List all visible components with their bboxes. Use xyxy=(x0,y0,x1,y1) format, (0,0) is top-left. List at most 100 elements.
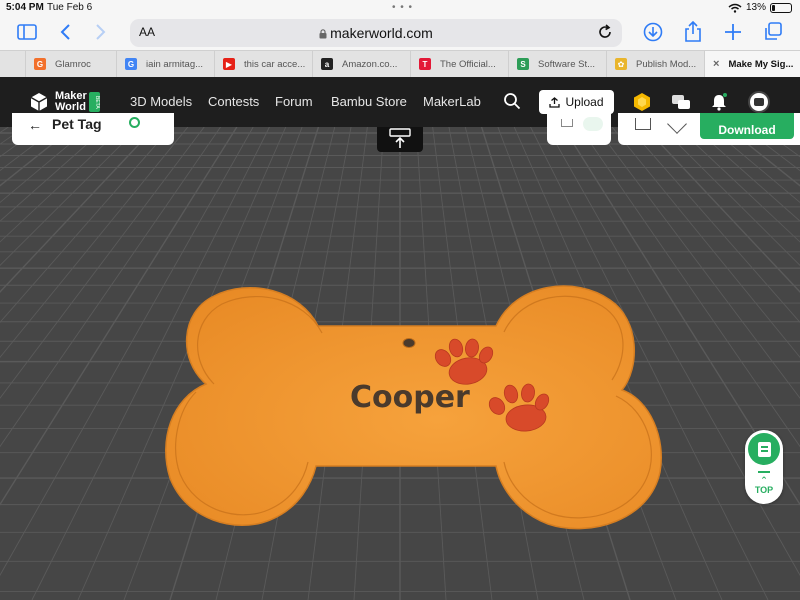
status-time: 5:04 PM xyxy=(6,2,44,13)
view-toggle-card xyxy=(547,113,611,145)
grid-line xyxy=(579,127,800,448)
grid-line xyxy=(0,127,25,145)
status-right: 13% xyxy=(728,2,792,13)
tab-label: this car acce... xyxy=(244,58,306,70)
nav-forum[interactable]: Forum xyxy=(275,94,313,109)
messages-icon[interactable] xyxy=(671,92,691,112)
tab-label: The Official... xyxy=(440,58,496,70)
search-icon[interactable] xyxy=(503,92,521,110)
notifications-bell-icon[interactable] xyxy=(709,92,729,112)
model-title-card: ← Pet Tag xyxy=(12,113,174,145)
tab-overview-icon[interactable] xyxy=(760,19,786,45)
grid-line xyxy=(0,127,42,158)
build-plate-grid xyxy=(0,127,800,600)
grid-line xyxy=(742,127,800,172)
new-tab-icon[interactable] xyxy=(720,19,746,45)
grid-line xyxy=(0,127,9,134)
download-button[interactable]: Download xyxy=(700,113,794,139)
grid-line xyxy=(758,127,800,158)
grid-line xyxy=(775,127,800,145)
upload-model-button[interactable] xyxy=(377,127,423,152)
grid-line xyxy=(0,127,75,187)
tab-favicon-icon: ▶ xyxy=(223,58,235,70)
tab-favicon-icon: S xyxy=(517,58,529,70)
address-bar[interactable]: AA makerworld.com xyxy=(130,19,622,47)
browser-tab[interactable]: ✿ Publish Mod... xyxy=(606,51,704,77)
tag-name-text[interactable]: Cooper xyxy=(350,380,470,415)
grid-line xyxy=(0,127,156,293)
grid-line xyxy=(660,127,800,267)
grid-line xyxy=(0,127,123,243)
floating-actions: ⌃ TOP xyxy=(745,430,783,504)
tab-favicon-icon: G xyxy=(125,58,137,70)
points-hexagon-icon[interactable] xyxy=(632,92,652,112)
grid-line xyxy=(791,127,800,134)
nav-makerlab[interactable]: MakerLab xyxy=(423,94,481,109)
view-mode-active-icon[interactable] xyxy=(583,117,603,131)
grid-line xyxy=(611,127,800,359)
back-arrow-icon[interactable]: ← xyxy=(28,117,42,133)
print-preview-icon[interactable] xyxy=(635,118,651,130)
grid-line xyxy=(0,127,58,172)
grid-line xyxy=(644,127,800,293)
lock-icon xyxy=(319,29,327,39)
upload-tray-icon xyxy=(389,128,411,148)
close-tab-icon[interactable]: × xyxy=(713,58,719,70)
tab-favicon-icon: a xyxy=(321,58,333,70)
browser-toolbar: AA makerworld.com xyxy=(0,16,800,50)
sidebar-toggle-icon[interactable] xyxy=(14,19,40,45)
browser-tab[interactable]: S Software St... xyxy=(508,51,606,77)
reload-icon[interactable] xyxy=(596,23,614,41)
logo-line2: World xyxy=(55,101,86,113)
status-date: Tue Feb 6 xyxy=(47,2,93,13)
tab-label: Publish Mod... xyxy=(636,58,697,70)
grid-line xyxy=(0,127,238,506)
forward-icon[interactable] xyxy=(88,19,114,45)
downloads-icon[interactable] xyxy=(640,19,666,45)
logo-cube-icon xyxy=(30,93,48,111)
upload-icon xyxy=(549,96,561,108)
nav-3d-models[interactable]: 3D Models xyxy=(130,94,192,109)
grid-line xyxy=(725,127,800,187)
3d-viewport[interactable] xyxy=(0,127,800,600)
browser-tab[interactable]: Giain armitag... xyxy=(116,51,214,77)
grid-line xyxy=(677,127,800,243)
view-mode-icon[interactable] xyxy=(561,119,573,127)
tab-label: iain armitag... xyxy=(146,58,204,70)
back-to-top-label[interactable]: TOP xyxy=(745,485,783,495)
status-bar: 5:04 PM Tue Feb 6 • • • 13% xyxy=(0,0,800,16)
browser-tab[interactable]: G Glamroc xyxy=(25,51,116,77)
browser-tab[interactable]: a Amazon.co... xyxy=(312,51,410,77)
grid-line xyxy=(546,127,800,577)
logo-text: Maker World xyxy=(55,91,87,113)
tab-label: Amazon.co... xyxy=(342,58,398,70)
battery-percent: 13% xyxy=(745,2,766,13)
nav-bambu-store[interactable]: Bambu Store xyxy=(331,94,407,109)
browser-tab-active[interactable]: × Make My Sig... xyxy=(704,51,800,77)
upload-button[interactable]: Upload xyxy=(539,90,614,114)
tab-label: Make My Sig... xyxy=(728,58,794,70)
grid-line xyxy=(562,127,800,506)
tab-favicon-icon: T xyxy=(419,58,431,70)
action-card: Download xyxy=(618,113,800,145)
feedback-note-icon xyxy=(757,441,771,457)
back-icon[interactable] xyxy=(52,19,78,45)
tab-label: Software St... xyxy=(538,58,596,70)
model-title: Pet Tag xyxy=(52,116,102,132)
browser-tab[interactable]: T The Official... xyxy=(410,51,508,77)
makerworld-logo[interactable]: Maker World BETA xyxy=(29,91,101,113)
share-icon[interactable] xyxy=(680,19,706,45)
grid-line xyxy=(0,127,91,204)
beta-badge: BETA xyxy=(89,92,100,112)
nav-contests[interactable]: Contests xyxy=(208,94,259,109)
feedback-button[interactable] xyxy=(748,433,780,465)
layers-icon[interactable] xyxy=(667,114,687,134)
grid-line xyxy=(0,127,189,359)
multitasking-dots-icon[interactable]: • • • xyxy=(392,2,413,13)
browser-tab[interactable]: ▶ this car acce... xyxy=(214,51,312,77)
url-domain: makerworld.com xyxy=(330,25,433,41)
user-avatar[interactable] xyxy=(748,91,770,113)
grid-line xyxy=(595,127,800,399)
battery-icon xyxy=(770,2,792,13)
back-to-top-arrow-icon[interactable] xyxy=(758,471,770,473)
